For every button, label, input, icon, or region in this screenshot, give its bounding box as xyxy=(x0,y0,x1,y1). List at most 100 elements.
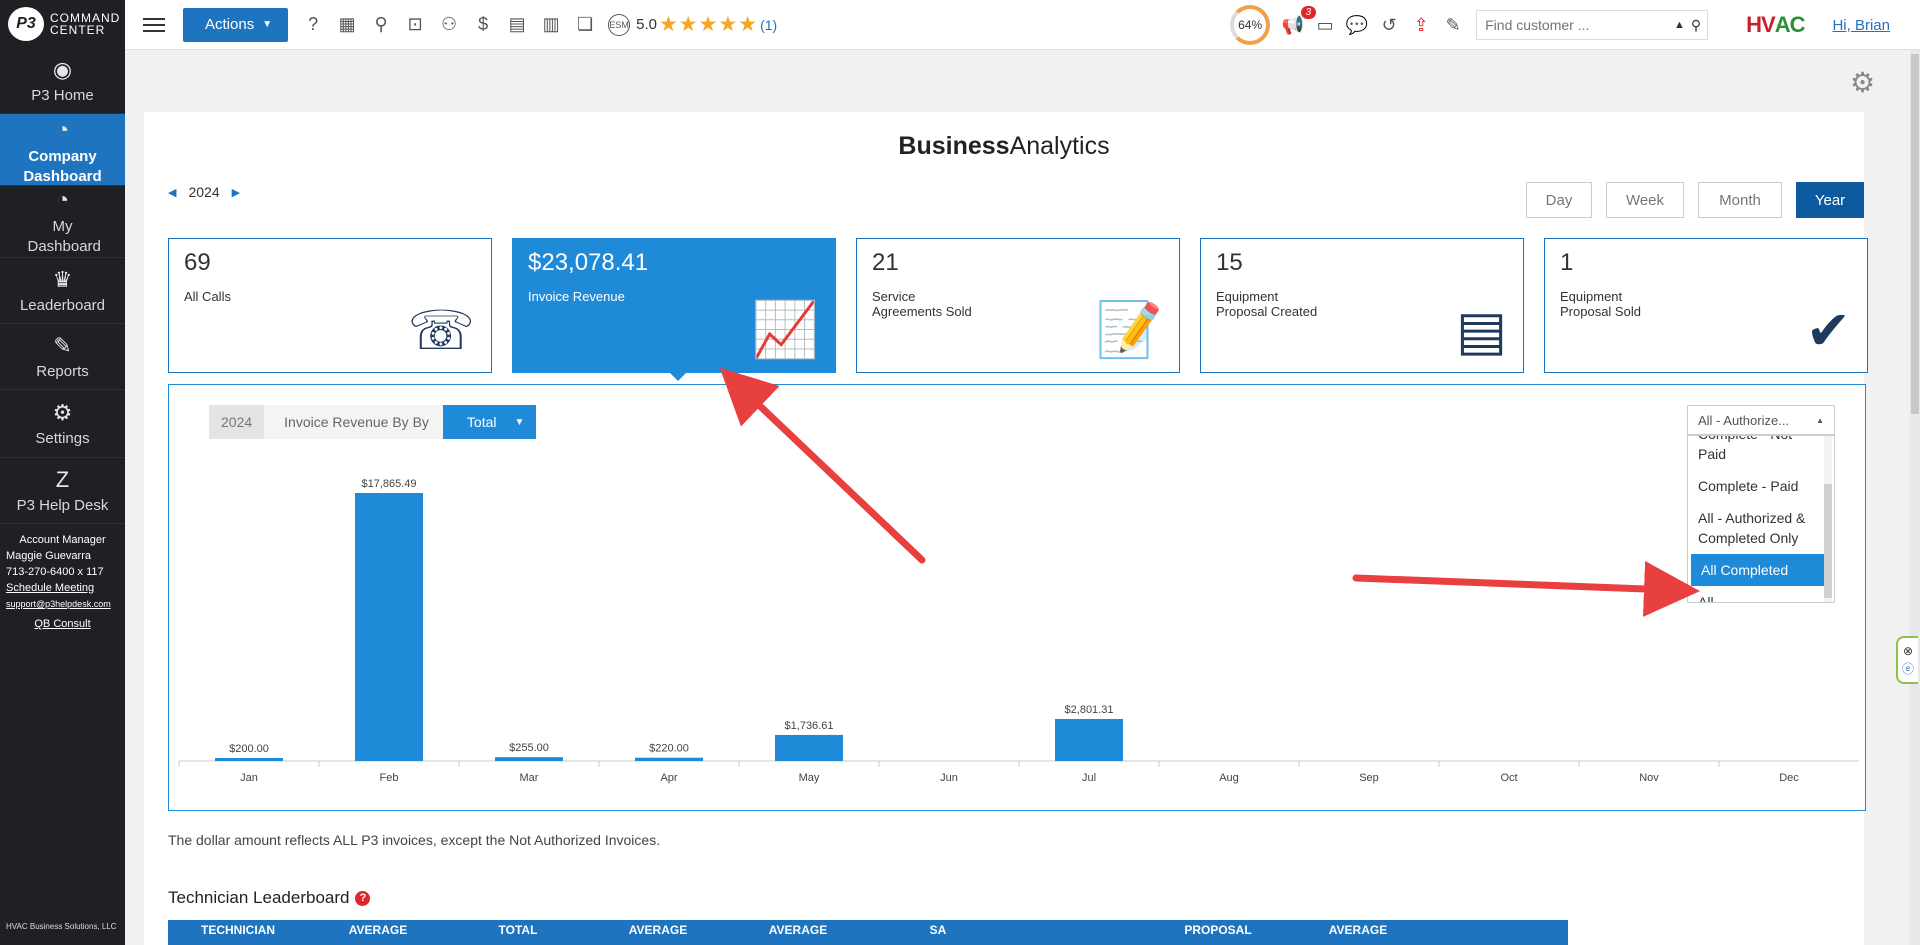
bar-chart-icon[interactable]: ▥ xyxy=(540,14,562,36)
period-year-button[interactable]: Year xyxy=(1796,182,1864,218)
option-complete-not-paid[interactable]: Complete - Not Paid xyxy=(1688,436,1824,470)
leaderboard-header-cell[interactable]: AVERAGE xyxy=(308,920,448,945)
documents-icon[interactable]: ❏ xyxy=(574,14,596,36)
bar-may[interactable] xyxy=(775,734,843,761)
leaderboard-header-cell[interactable]: AVERAGE xyxy=(728,920,868,945)
help-question-icon[interactable]: ? xyxy=(355,890,371,906)
breadcrumb-year[interactable]: 2024 xyxy=(209,405,265,439)
next-year-icon[interactable]: ▶ xyxy=(232,186,240,199)
chat-icon[interactable]: 💬 xyxy=(1346,14,1368,36)
bar-jul[interactable] xyxy=(1055,718,1123,761)
leaderboard-header-cell[interactable]: TECHNICIAN xyxy=(168,920,308,945)
sidebar-item-my-dashboard[interactable]: ◔ My Dashboard xyxy=(0,186,125,258)
page-scrollbar[interactable] xyxy=(1910,50,1920,945)
side-tools-widget[interactable]: ⊗ ⓔ xyxy=(1896,636,1918,684)
period-day-button[interactable]: Day xyxy=(1526,182,1592,218)
dropdown-scrollbar[interactable] xyxy=(1824,484,1832,598)
megaphone-icon[interactable]: 📢 3 xyxy=(1282,6,1317,36)
qb-consult-link[interactable]: QB Consult xyxy=(6,616,119,632)
invoice-status-select[interactable]: All - Authorize... ▲ xyxy=(1687,405,1835,435)
actions-label: Actions xyxy=(205,16,255,33)
leaderboard-header-cell[interactable]: AVERAGE xyxy=(1288,920,1428,945)
brand-logo[interactable]: P3 COMMAND CENTER xyxy=(0,0,125,48)
invoice-status-dropdown: Complete - Not Paid Complete - Paid All … xyxy=(1687,435,1835,603)
x-tick-label: Oct xyxy=(1500,772,1517,784)
caret-down-icon: ▼ xyxy=(514,416,525,428)
clipboard-icon[interactable]: ▭ xyxy=(1314,14,1336,36)
close-circle-icon[interactable]: ⊗ xyxy=(1903,644,1913,658)
sidebar-item-label: Settings xyxy=(35,430,90,447)
add-customer-icon[interactable]: ⚇ xyxy=(438,14,460,36)
leaderboard-header-cell[interactable]: PROPOSAL xyxy=(1148,920,1288,945)
hamburger-menu-icon[interactable] xyxy=(143,17,165,32)
schedule-add-icon[interactable]: ▤ xyxy=(506,14,528,36)
account-title: Account Manager xyxy=(19,534,106,546)
p3-icon: ◉ xyxy=(52,57,73,82)
hvac-logo-right: AC xyxy=(1774,12,1806,37)
schedule-meeting-link[interactable]: Schedule Meeting xyxy=(6,582,94,594)
help-icon[interactable]: ? xyxy=(302,14,324,36)
breadcrumb-label[interactable]: Invoice Revenue By By xyxy=(264,405,443,439)
edge-icon[interactable]: ⓔ xyxy=(1902,660,1914,677)
invoice-icon[interactable]: $ xyxy=(472,14,494,36)
leaderboard-header-cell[interactable]: AVERAGE xyxy=(588,920,728,945)
customer-search-icon[interactable]: ⚲ xyxy=(370,14,392,36)
sidebar-item-reports[interactable]: ✎ Reports xyxy=(0,324,125,390)
kpi-card-proposal-sold[interactable]: 1 Equipment Proposal Sold ✔ xyxy=(1544,238,1868,373)
caret-up-icon[interactable]: ▲ xyxy=(1674,19,1685,31)
contract-icon: 📝 xyxy=(1095,300,1163,360)
option-all-completed[interactable]: All Completed xyxy=(1691,554,1827,586)
search-icon[interactable]: ⚲ xyxy=(1691,17,1701,34)
kpi-value: 69 xyxy=(184,249,211,276)
sidebar: P3 COMMAND CENTER ◉ P3 Home ◔ Company Das… xyxy=(0,0,125,945)
period-month-button[interactable]: Month xyxy=(1698,182,1782,218)
kpi-card-service-agreements[interactable]: 21 Service Agreements Sold 📝 xyxy=(856,238,1180,373)
history-icon[interactable]: ↺ xyxy=(1378,14,1400,36)
x-tick-label: Jul xyxy=(1082,772,1096,784)
progress-gauge[interactable]: 64% xyxy=(1230,5,1271,45)
kpi-value: 15 xyxy=(1216,249,1243,276)
breadcrumb-total-dropdown[interactable]: Total ▼ xyxy=(442,405,537,439)
rating[interactable]: 5.0 ★★★★★ (1) xyxy=(636,12,777,37)
calendar-icon[interactable]: ▦ xyxy=(336,14,358,36)
kpi-card-all-calls[interactable]: 69 All Calls ☏ xyxy=(168,238,492,373)
prev-year-icon[interactable]: ◀ xyxy=(168,186,176,199)
sidebar-item-help-desk[interactable]: Z P3 Help Desk xyxy=(0,458,125,524)
invoice-revenue-chart: $200.00 Jan $17,865.49 Feb $255.00 Mar $220.00… xyxy=(178,478,1859,784)
page-title: BusinessAnalytics xyxy=(144,132,1864,161)
rating-count[interactable]: (1) xyxy=(760,17,777,33)
service-search-icon[interactable]: ⊡ xyxy=(404,14,426,36)
bar-apr[interactable] xyxy=(635,757,703,761)
option-all[interactable]: All xyxy=(1688,586,1824,602)
bar-jan[interactable] xyxy=(215,757,283,761)
page-scrollbar-thumb[interactable] xyxy=(1911,54,1919,414)
edit-icon[interactable]: ✎ xyxy=(1442,14,1464,36)
bar-feb[interactable] xyxy=(355,493,423,761)
support-email-link[interactable]: support@p3helpdesk.com xyxy=(6,596,119,612)
top-bar: Actions ▼ ? ▦ ⚲ ⊡ ⚇ $ ▤ ▥ ❏ ESM 5.0 ★★★★★… xyxy=(125,0,1920,50)
esm-icon[interactable]: ESM xyxy=(608,13,631,36)
leaderboard-header-cell[interactable]: TOTAL xyxy=(448,920,588,945)
data-label: $17,865.49 xyxy=(361,478,416,490)
gauge-icon: ◔ xyxy=(55,186,70,212)
period-week-button[interactable]: Week xyxy=(1606,182,1684,218)
leaderboard-header-cell[interactable] xyxy=(1008,920,1148,945)
sidebar-item-p3-home[interactable]: ◉ P3 Home xyxy=(0,48,125,114)
bar-mar[interactable] xyxy=(495,757,563,761)
sidebar-item-settings[interactable]: ⚙ Settings xyxy=(0,390,125,458)
option-all-authorized-completed[interactable]: All - Authorized & Completed Only xyxy=(1688,502,1824,554)
option-complete-paid[interactable]: Complete - Paid xyxy=(1688,470,1824,502)
chart-footnote: The dollar amount reflects ALL P3 invoic… xyxy=(168,832,661,848)
settings-gear-icon[interactable]: ⚙ xyxy=(1850,66,1875,99)
invoice-status-value: All - Authorize... xyxy=(1698,412,1790,428)
share-icon[interactable]: ⇪ xyxy=(1410,14,1432,36)
kpi-card-invoice-revenue[interactable]: $23,078.41 Invoice Revenue 📈 xyxy=(512,238,836,381)
actions-button[interactable]: Actions ▼ xyxy=(183,7,289,42)
phone-gear-icon: ☏ xyxy=(407,301,475,361)
sidebar-item-company-dashboard[interactable]: ◔ Company Dashboard xyxy=(0,114,125,186)
kpi-card-proposal-created[interactable]: 15 Equipment Proposal Created ▤ xyxy=(1200,238,1524,373)
leaderboard-header-cell[interactable]: SA xyxy=(868,920,1008,945)
sidebar-item-leaderboard[interactable]: ♛ Leaderboard xyxy=(0,258,125,324)
search-input[interactable] xyxy=(1485,17,1674,33)
user-greeting-link[interactable]: Hi, Brian xyxy=(1832,17,1890,34)
